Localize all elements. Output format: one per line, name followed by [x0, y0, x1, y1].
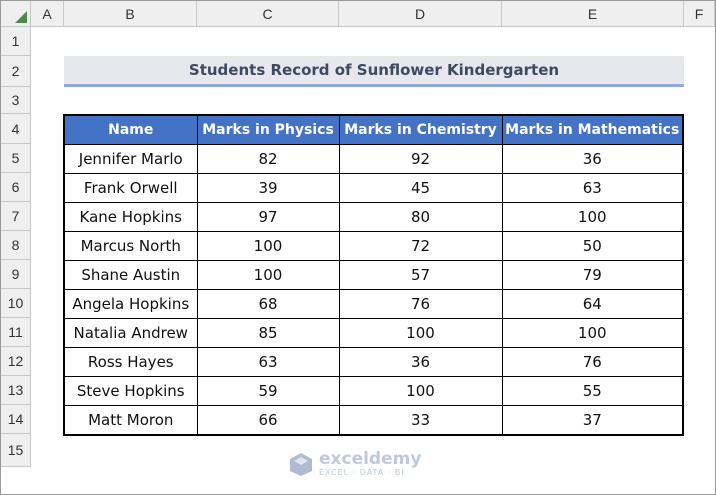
exceldemy-logo-icon	[290, 453, 312, 476]
table-row: Frank Orwell 39 45 63	[63, 173, 684, 203]
cell-name[interactable]: Shane Austin	[63, 260, 198, 290]
cell-name[interactable]: Natalia Andrew	[63, 318, 198, 348]
column-header-e[interactable]: E	[502, 1, 684, 27]
row-header-13[interactable]: 13	[1, 376, 31, 405]
sheet-title[interactable]: Students Record of Sunflower Kindergarte…	[64, 56, 684, 87]
cell-physics[interactable]: 97	[196, 202, 340, 232]
cell-name[interactable]: Marcus North	[63, 231, 198, 261]
table-row: Shane Austin 100 57 79	[63, 260, 684, 290]
row-header-14[interactable]: 14	[1, 405, 31, 434]
cell-mathematics[interactable]: 55	[501, 376, 684, 406]
row-header-11[interactable]: 11	[1, 318, 31, 347]
watermark-name: exceldemy	[319, 449, 422, 469]
row-header-3[interactable]: 3	[1, 87, 31, 114]
cell-name[interactable]: Matt Moron	[63, 405, 198, 436]
table-row: Kane Hopkins 97 80 100	[63, 202, 684, 232]
row-header-9[interactable]: 9	[1, 260, 31, 289]
row-header-15[interactable]: 15	[1, 434, 31, 467]
cell-chemistry[interactable]: 92	[338, 144, 503, 174]
cell-physics[interactable]: 63	[196, 347, 340, 377]
cell-physics[interactable]: 85	[196, 318, 340, 348]
cell-chemistry[interactable]: 57	[338, 260, 503, 290]
cell-name[interactable]: Frank Orwell	[63, 173, 198, 203]
table-row: Marcus North 100 72 50	[63, 231, 684, 261]
table-row: Matt Moron 66 33 37	[63, 405, 684, 436]
row-header-1[interactable]: 1	[1, 27, 31, 56]
row-header-8[interactable]: 8	[1, 231, 31, 260]
exceldemy-watermark: exceldemy EXCEL · DATA · BI	[288, 448, 430, 480]
cell-chemistry[interactable]: 36	[338, 347, 503, 377]
cell-physics[interactable]: 68	[196, 289, 340, 319]
cell-chemistry[interactable]: 76	[338, 289, 503, 319]
cell-mathematics[interactable]: 37	[501, 405, 684, 436]
watermark-tagline: EXCEL · DATA · BI	[319, 468, 405, 477]
cell-chemistry[interactable]: 72	[338, 231, 503, 261]
table-row: Ross Hayes 63 36 76	[63, 347, 684, 377]
cell-mathematics[interactable]: 64	[501, 289, 684, 319]
cell-physics[interactable]: 100	[196, 260, 340, 290]
cell-mathematics[interactable]: 50	[501, 231, 684, 261]
cell-name[interactable]: Kane Hopkins	[63, 202, 198, 232]
table-header-row: Name Marks in Physics Marks in Chemistry…	[63, 114, 684, 145]
table-row: Jennifer Marlo 82 92 36	[63, 144, 684, 174]
cell-mathematics[interactable]: 36	[501, 144, 684, 174]
cell-mathematics[interactable]: 100	[501, 318, 684, 348]
row-header-5[interactable]: 5	[1, 144, 31, 173]
cell-physics[interactable]: 59	[196, 376, 340, 406]
column-header-b[interactable]: B	[64, 1, 197, 27]
header-physics[interactable]: Marks in Physics	[196, 114, 340, 145]
column-header-c[interactable]: C	[197, 1, 339, 27]
cell-chemistry[interactable]: 80	[338, 202, 503, 232]
select-all-icon	[15, 11, 27, 23]
select-all-corner[interactable]	[1, 1, 31, 27]
row-header-12[interactable]: 12	[1, 347, 31, 376]
spreadsheet: A B C D E F 1 2 3 4 5 6 7 8 9 10 11 12 1…	[0, 0, 716, 495]
header-chemistry[interactable]: Marks in Chemistry	[338, 114, 503, 145]
row-header-7[interactable]: 7	[1, 202, 31, 231]
cell-name[interactable]: Angela Hopkins	[63, 289, 198, 319]
column-header-d[interactable]: D	[339, 1, 502, 27]
cell-mathematics[interactable]: 63	[501, 173, 684, 203]
cell-mathematics[interactable]: 79	[501, 260, 684, 290]
cell-chemistry[interactable]: 45	[338, 173, 503, 203]
cell-physics[interactable]: 82	[196, 144, 340, 174]
row-header-4[interactable]: 4	[1, 114, 31, 144]
cell-physics[interactable]: 100	[196, 231, 340, 261]
cell-chemistry[interactable]: 100	[338, 376, 503, 406]
cell-physics[interactable]: 66	[196, 405, 340, 436]
cell-name[interactable]: Jennifer Marlo	[63, 144, 198, 174]
row-header-2[interactable]: 2	[1, 56, 31, 87]
table-row: Angela Hopkins 68 76 64	[63, 289, 684, 319]
row-header-6[interactable]: 6	[1, 173, 31, 202]
cell-name[interactable]: Steve Hopkins	[63, 376, 198, 406]
cell-name[interactable]: Ross Hayes	[63, 347, 198, 377]
cell-chemistry[interactable]: 100	[338, 318, 503, 348]
header-name[interactable]: Name	[63, 114, 198, 145]
row-header-10[interactable]: 10	[1, 289, 31, 318]
cell-mathematics[interactable]: 76	[501, 347, 684, 377]
cell-chemistry[interactable]: 33	[338, 405, 503, 436]
table-row: Natalia Andrew 85 100 100	[63, 318, 684, 348]
header-mathematics[interactable]: Marks in Mathematics	[501, 114, 684, 145]
students-table: Name Marks in Physics Marks in Chemistry…	[63, 114, 684, 436]
cell-physics[interactable]: 39	[196, 173, 340, 203]
cell-mathematics[interactable]: 100	[501, 202, 684, 232]
table-row: Steve Hopkins 59 100 55	[63, 376, 684, 406]
column-header-f[interactable]: F	[684, 1, 715, 27]
table-body: Jennifer Marlo 82 92 36 Frank Orwell 39 45 63 Ka…	[63, 144, 684, 436]
column-header-a[interactable]: A	[31, 1, 64, 27]
